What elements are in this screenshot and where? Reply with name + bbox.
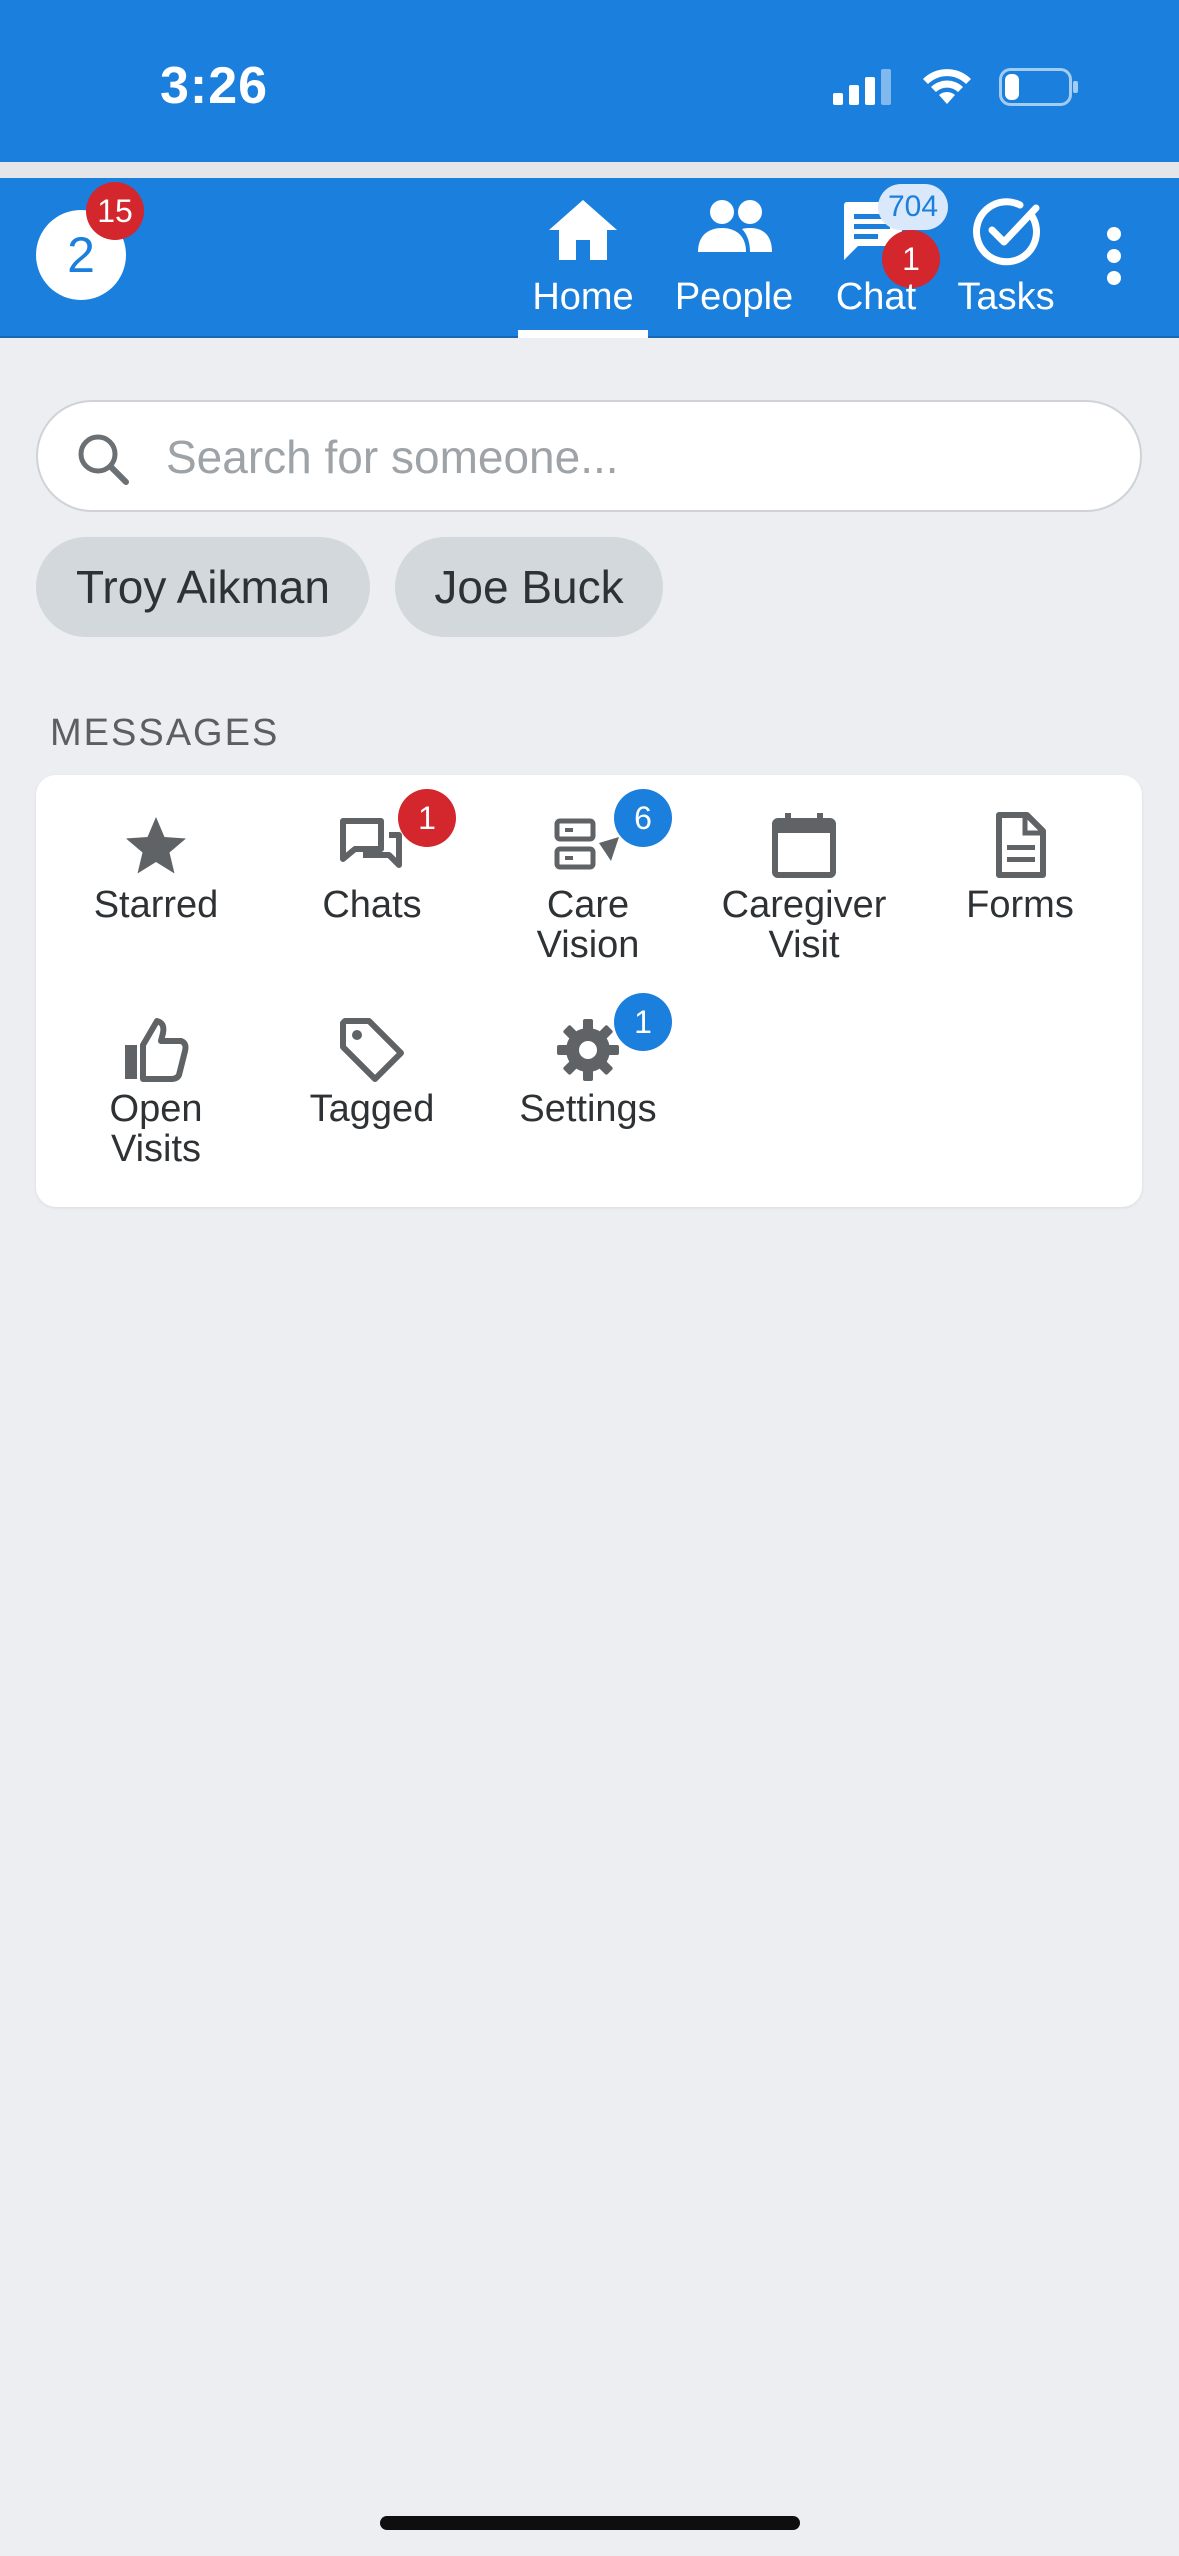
- app-bar: 2 15 Home People 1 Chat Tasks: [0, 178, 1179, 338]
- tile-starred[interactable]: Starred: [48, 775, 264, 925]
- people-icon: [698, 200, 772, 252]
- messages-section-header: MESSAGES: [50, 712, 280, 754]
- tab-home-label: Home: [532, 276, 634, 318]
- tile-tagged[interactable]: Tagged: [264, 979, 480, 1129]
- status-bar: 3:26: [0, 0, 1179, 162]
- settings-badge: 1: [614, 993, 672, 1051]
- tile-chats[interactable]: Chats 1: [264, 775, 480, 925]
- more-options-icon[interactable]: [1102, 226, 1126, 286]
- avatar-badge: 15: [86, 182, 144, 240]
- star-icon: [126, 817, 186, 874]
- tile-open-visits[interactable]: Open Visits: [48, 979, 264, 1169]
- header-divider: [0, 162, 1179, 178]
- tag-icon: [340, 1018, 404, 1082]
- tab-chat-label: Chat: [835, 276, 917, 318]
- chats-icon: [340, 818, 402, 868]
- tab-tasks-label: Tasks: [957, 276, 1055, 318]
- care-vision-badge: 6: [614, 789, 672, 847]
- tile-label: Care Vision: [536, 884, 640, 966]
- tile-label: Caregiver Visit: [721, 884, 887, 966]
- search-box[interactable]: [36, 400, 1142, 512]
- tile-label: Open Visits: [109, 1088, 203, 1170]
- recent-contact-chip[interactable]: Troy Aikman: [36, 537, 370, 637]
- tile-label: Starred: [93, 884, 219, 926]
- tile-label: Tagged: [309, 1088, 435, 1130]
- search-input[interactable]: [166, 422, 1106, 492]
- tile-label: Chats: [322, 884, 422, 926]
- document-icon: [996, 812, 1046, 878]
- chats-badge: 1: [398, 789, 456, 847]
- wifi-icon: [923, 69, 971, 104]
- tile-label: Settings: [519, 1088, 657, 1130]
- messages-card: Starred Chats 1 Care Vision 6 Caregiver …: [36, 775, 1142, 1207]
- search-icon: [78, 434, 129, 485]
- tab-people-label: People: [674, 276, 794, 318]
- chat-count-badge: 704: [878, 184, 949, 230]
- status-time: 3:26: [160, 57, 269, 115]
- status-icons: [833, 62, 1079, 112]
- home-indicator: [380, 2516, 800, 2530]
- chip-label: Troy Aikman: [76, 561, 330, 613]
- chip-label: Joe Buck: [434, 561, 624, 613]
- tile-care-vision[interactable]: Care Vision 6: [480, 775, 696, 965]
- home-icon: [549, 200, 617, 260]
- gear-icon: [557, 1019, 619, 1081]
- tile-label: Forms: [966, 884, 1074, 926]
- recent-contact-chip[interactable]: Joe Buck: [395, 537, 663, 637]
- tab-home[interactable]: Home: [518, 178, 648, 338]
- tile-caregiver-visit[interactable]: Caregiver Visit: [696, 775, 912, 965]
- tile-settings[interactable]: Settings 1: [480, 979, 696, 1129]
- thumbs-up-icon: [125, 1018, 189, 1082]
- avatar-initial: 2: [67, 227, 95, 283]
- calendar-icon: [772, 813, 836, 878]
- battery-icon: [999, 68, 1078, 106]
- signal-icon: [833, 69, 891, 105]
- active-tab-indicator: [518, 330, 648, 338]
- tile-forms[interactable]: Forms: [912, 775, 1128, 925]
- care-vision-icon: [554, 818, 619, 870]
- tab-tasks[interactable]: Tasks: [950, 178, 1062, 338]
- tasks-check-icon: [973, 198, 1040, 266]
- avatar[interactable]: 2 15: [36, 182, 144, 300]
- tab-people[interactable]: People: [666, 178, 802, 338]
